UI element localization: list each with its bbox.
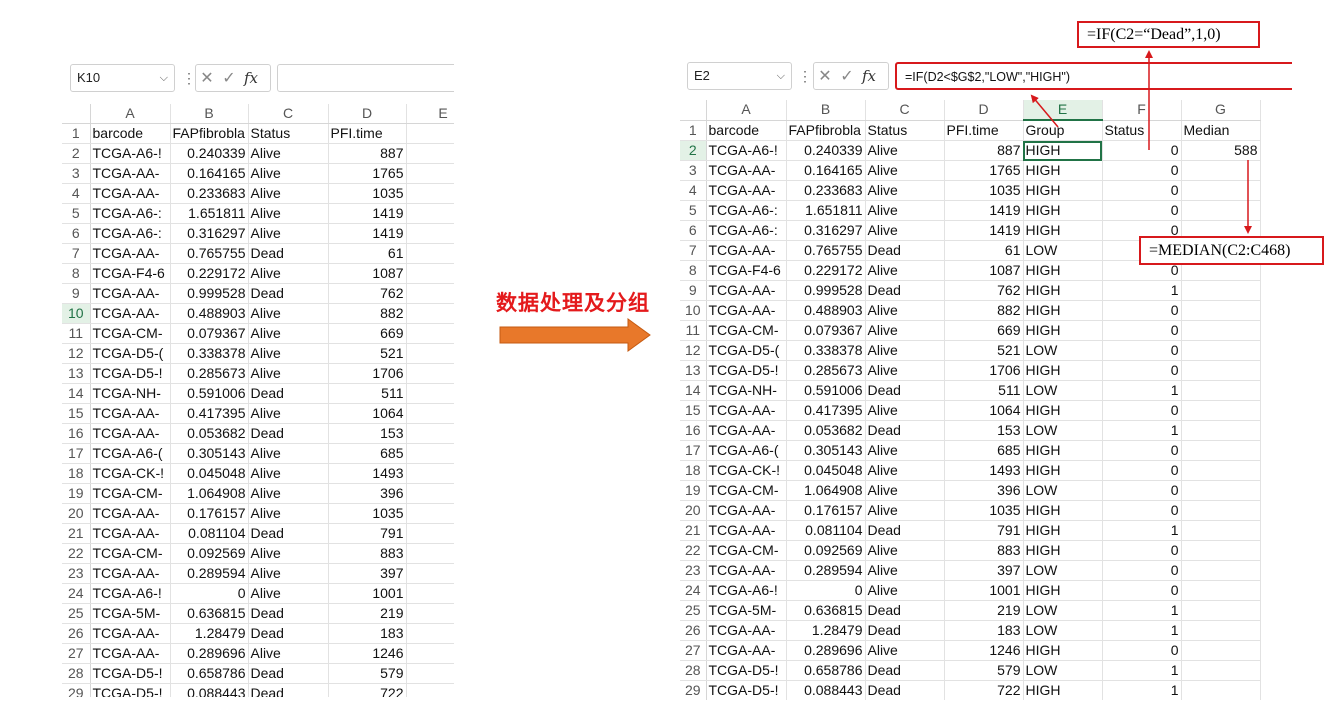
annotation-arrows [1030,50,1252,234]
arrow-to-formula-bar [1030,94,1059,128]
